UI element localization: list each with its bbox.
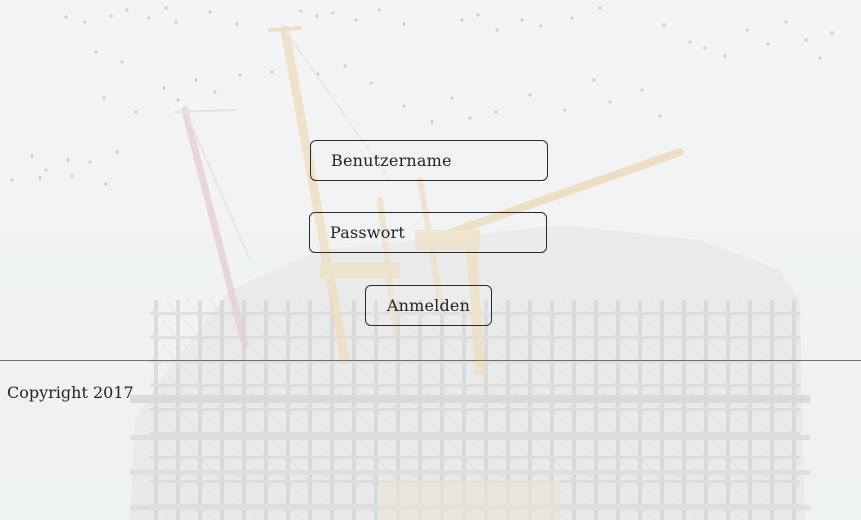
login-button[interactable]: Anmelden bbox=[365, 285, 492, 326]
username-input[interactable] bbox=[310, 140, 548, 181]
construction-background-image bbox=[0, 0, 861, 520]
password-input[interactable] bbox=[309, 212, 547, 253]
copyright-text: Copyright 2017 bbox=[7, 383, 134, 402]
footer-divider bbox=[0, 360, 861, 361]
